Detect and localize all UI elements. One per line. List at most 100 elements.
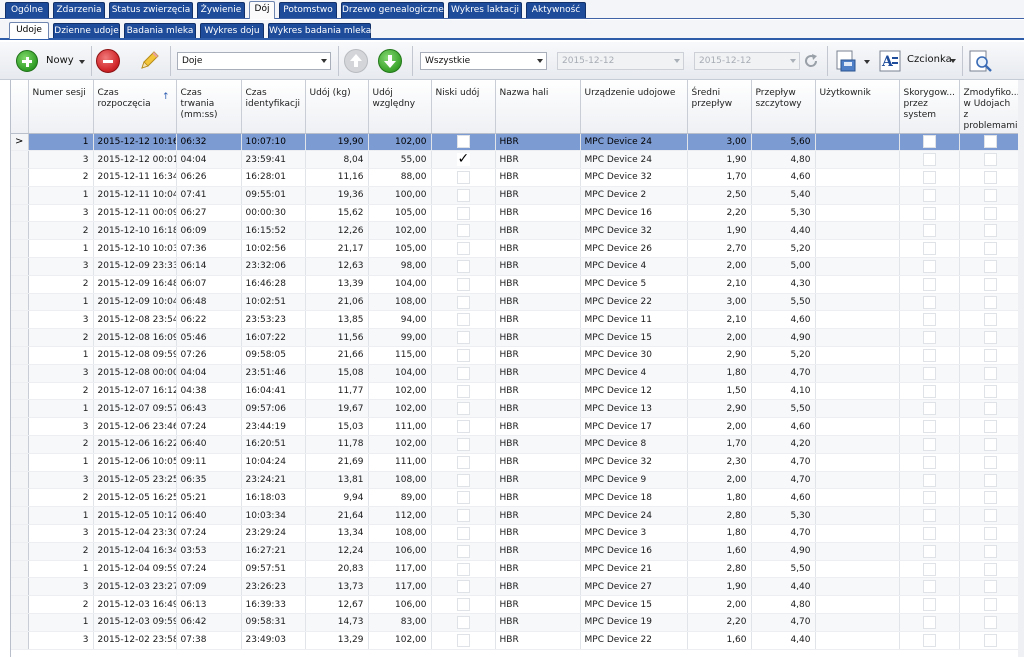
cell-system-corrected[interactable] [899,275,960,294]
new-button[interactable]: Nowy [14,48,88,74]
cell-low-yield[interactable] [431,346,496,365]
subtab-daily-milkings[interactable]: Dzienne udoje [53,23,120,38]
column-header-parlor[interactable]: Nazwa hali [495,80,581,134]
checkbox[interactable] [984,615,997,629]
cell-modified-problems[interactable] [959,631,1023,650]
checkbox[interactable] [984,331,997,345]
column-header-yield[interactable]: Udój (kg) [305,80,369,134]
row-indicator[interactable] [11,560,29,579]
tab-offspring[interactable]: Potomstwo [279,2,337,18]
table-row[interactable]: 3 2015-12-06 23:46 07:24 23:44:19 15,03 111,0… [11,417,1023,437]
cell-low-yield[interactable] [431,133,496,152]
refresh-button[interactable] [802,52,820,70]
checkbox[interactable] [456,170,470,184]
cell-system-corrected[interactable] [899,382,960,401]
checkbox[interactable] [922,455,936,469]
table-row[interactable]: 3 2015-12-02 23:58 07:38 23:49:03 13,29 102,0… [11,631,1023,650]
table-row[interactable]: 2 2015-12-05 16:25 05:21 16:18:03 9,94 89,00 H… [11,488,1023,508]
cell-modified-problems[interactable] [959,577,1023,597]
cell-low-yield[interactable] [431,399,496,419]
row-indicator[interactable] [11,221,29,241]
checkbox[interactable] [984,633,997,647]
cell-system-corrected[interactable] [899,595,960,615]
column-header-session[interactable]: Numer sesji [28,80,94,134]
cell-low-yield[interactable] [431,382,496,401]
cell-low-yield[interactable] [431,275,496,294]
vertical-scrollbar[interactable] [1018,80,1024,657]
checkbox[interactable] [456,526,470,540]
cell-modified-problems[interactable] [959,453,1023,472]
checkbox[interactable] [984,348,997,362]
column-header-low-yield[interactable]: Niski udój [431,80,496,134]
cell-modified-problems[interactable] [959,133,1023,152]
table-row[interactable]: 3 2015-12-11 00:09 06:27 00:00:30 15,62 105,0… [11,204,1023,223]
export-button[interactable] [834,49,872,73]
checkbox[interactable] [984,526,997,540]
column-header-peak-flow[interactable]: Przepływ szczytowy [751,80,816,134]
checkbox[interactable] [922,206,936,220]
checkbox[interactable] [984,562,997,576]
cell-system-corrected[interactable] [899,577,960,597]
cell-low-yield[interactable] [431,453,496,472]
subtab-milking-chart[interactable]: Wykres doju [200,23,264,38]
column-header-duration[interactable]: Czas trwania (mm:ss) [176,80,242,134]
cell-modified-problems[interactable] [959,506,1023,526]
row-indicator[interactable] [11,631,29,650]
table-row[interactable]: 1 2015-12-07 09:57 06:43 09:57:06 19,67 102,0… [11,399,1023,419]
checkbox[interactable] [984,153,997,167]
cell-low-yield[interactable] [431,186,496,205]
checkbox[interactable] [456,384,470,398]
checkbox[interactable] [984,420,997,434]
table-row[interactable]: 2 2015-12-09 16:48 06:07 16:46:28 13,39 104,0… [11,275,1023,294]
cell-low-yield[interactable] [431,488,496,508]
tab-activity[interactable]: Aktywność [526,2,586,18]
table-row[interactable]: 1 2015-12-04 09:59 07:24 09:57:51 20,83 117,0… [11,560,1023,579]
checkbox[interactable] [922,562,936,576]
checkbox[interactable] [456,509,470,523]
row-indicator[interactable] [11,186,29,205]
cell-modified-problems[interactable] [959,150,1023,170]
checkbox[interactable] [922,331,936,345]
table-row[interactable]: 1 2015-12-08 09:59 07:26 09:58:05 21,66 115,0… [11,346,1023,365]
cell-system-corrected[interactable] [899,204,960,223]
date-to-picker[interactable]: 2015-12-12 [694,52,800,70]
cell-system-corrected[interactable] [899,310,960,330]
checkbox[interactable] [984,259,997,273]
cell-modified-problems[interactable] [959,168,1023,187]
table-row[interactable]: 2 2015-12-07 16:12 04:38 16:04:41 11,77 102,0… [11,382,1023,401]
tab-milking[interactable]: Dój [249,1,275,19]
cell-low-yield[interactable] [431,364,496,383]
checkbox[interactable] [456,224,470,238]
cell-low-yield[interactable] [431,417,496,437]
cell-modified-problems[interactable] [959,186,1023,205]
cell-low-yield[interactable] [431,577,496,597]
row-indicator[interactable] [11,613,29,632]
cell-low-yield[interactable] [431,168,496,187]
cell-modified-problems[interactable] [959,488,1023,508]
tab-feeding[interactable]: Żywienie [197,2,245,18]
checkbox[interactable] [984,313,997,327]
cell-system-corrected[interactable] [899,560,960,579]
cell-modified-problems[interactable] [959,328,1023,348]
checkbox[interactable] [922,420,936,434]
checkbox[interactable] [922,526,936,540]
row-indicator[interactable]: > [11,133,29,152]
checkbox[interactable] [984,295,997,309]
cell-low-yield[interactable] [431,560,496,579]
row-indicator[interactable] [11,293,29,312]
checkbox[interactable] [922,313,936,327]
checkbox[interactable] [922,348,936,362]
filter-select[interactable]: Wszystkie [420,52,547,70]
table-row[interactable]: 3 2015-12-08 00:00 04:04 23:51:46 15,08 104,0… [11,364,1023,383]
cell-low-yield[interactable] [431,595,496,615]
checkbox[interactable] [984,455,997,469]
checkbox[interactable] [922,437,936,451]
cell-system-corrected[interactable] [899,524,960,543]
tab-animal-status[interactable]: Status zwierzęcia [109,2,193,18]
checkbox[interactable] [984,491,997,505]
cell-low-yield[interactable] [431,239,496,259]
column-header-avg-flow[interactable]: Średni przepływ [687,80,752,134]
column-header-relative-yield[interactable]: Udój względny [368,80,432,134]
table-row[interactable]: 2 2015-12-03 16:49 06:13 16:39:33 12,67 106,0… [11,595,1023,615]
row-indicator[interactable] [11,150,29,170]
